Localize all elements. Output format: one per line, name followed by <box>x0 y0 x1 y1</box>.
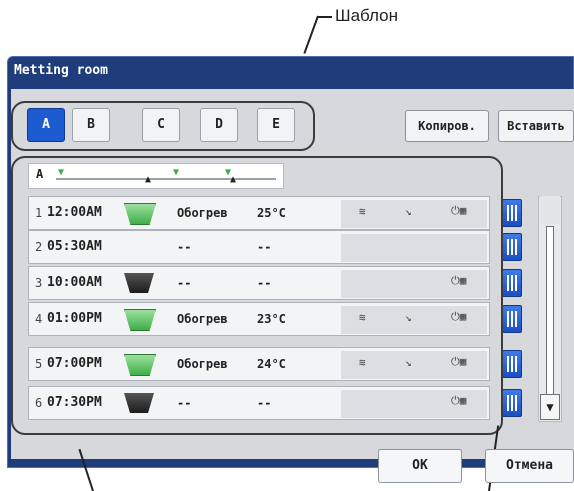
delete-row-icon[interactable] <box>502 199 522 227</box>
delete-row-icon[interactable] <box>502 305 522 333</box>
template-callout-label: Шаблон <box>335 6 398 25</box>
paste-button[interactable]: Вставить <box>498 110 574 142</box>
ok-button[interactable]: OK <box>378 449 462 483</box>
delete-row-icon[interactable] <box>502 389 522 417</box>
template-selector-outline <box>11 101 315 151</box>
scroll-up-button[interactable] <box>540 196 560 224</box>
window-title: Metting room <box>14 63 108 78</box>
delete-row-icon[interactable] <box>502 233 522 261</box>
copy-button[interactable]: Копиров. <box>405 110 489 142</box>
schedule-list-outline <box>11 156 503 435</box>
chevron-down-icon: ▼ <box>546 400 554 414</box>
scrollbar-thumb[interactable] <box>546 226 554 396</box>
callout-line <box>303 15 319 54</box>
delete-row-icon[interactable] <box>502 350 522 378</box>
callout-line <box>318 16 332 18</box>
delete-row-icon[interactable] <box>502 269 522 297</box>
scroll-down-button[interactable]: ▼ <box>540 394 560 420</box>
cancel-button[interactable]: Отмена <box>485 449 574 483</box>
